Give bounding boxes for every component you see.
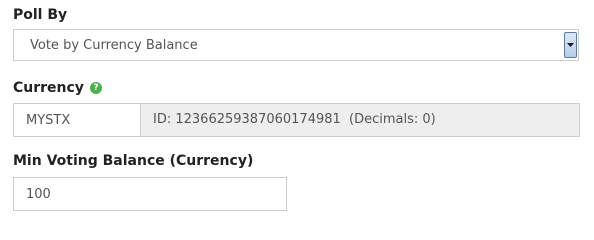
dropdown-arrow-icon[interactable] [564, 32, 577, 58]
poll-by-label: Poll By [13, 7, 68, 23]
currency-info-readonly: ID: 12366259387060174981 (Decimals: 0) [140, 103, 580, 137]
currency-input[interactable] [13, 103, 141, 137]
min-voting-balance-input[interactable] [13, 177, 287, 211]
currency-label: Currency [13, 80, 84, 96]
poll-by-selected-value: Vote by Currency Balance [30, 38, 198, 53]
min-voting-balance-label: Min Voting Balance (Currency) [13, 153, 254, 169]
poll-by-select[interactable]: Vote by Currency Balance [13, 29, 579, 61]
poll-settings-form: Poll By Vote by Currency Balance Currenc… [0, 0, 594, 230]
help-icon[interactable]: ? [90, 82, 102, 94]
